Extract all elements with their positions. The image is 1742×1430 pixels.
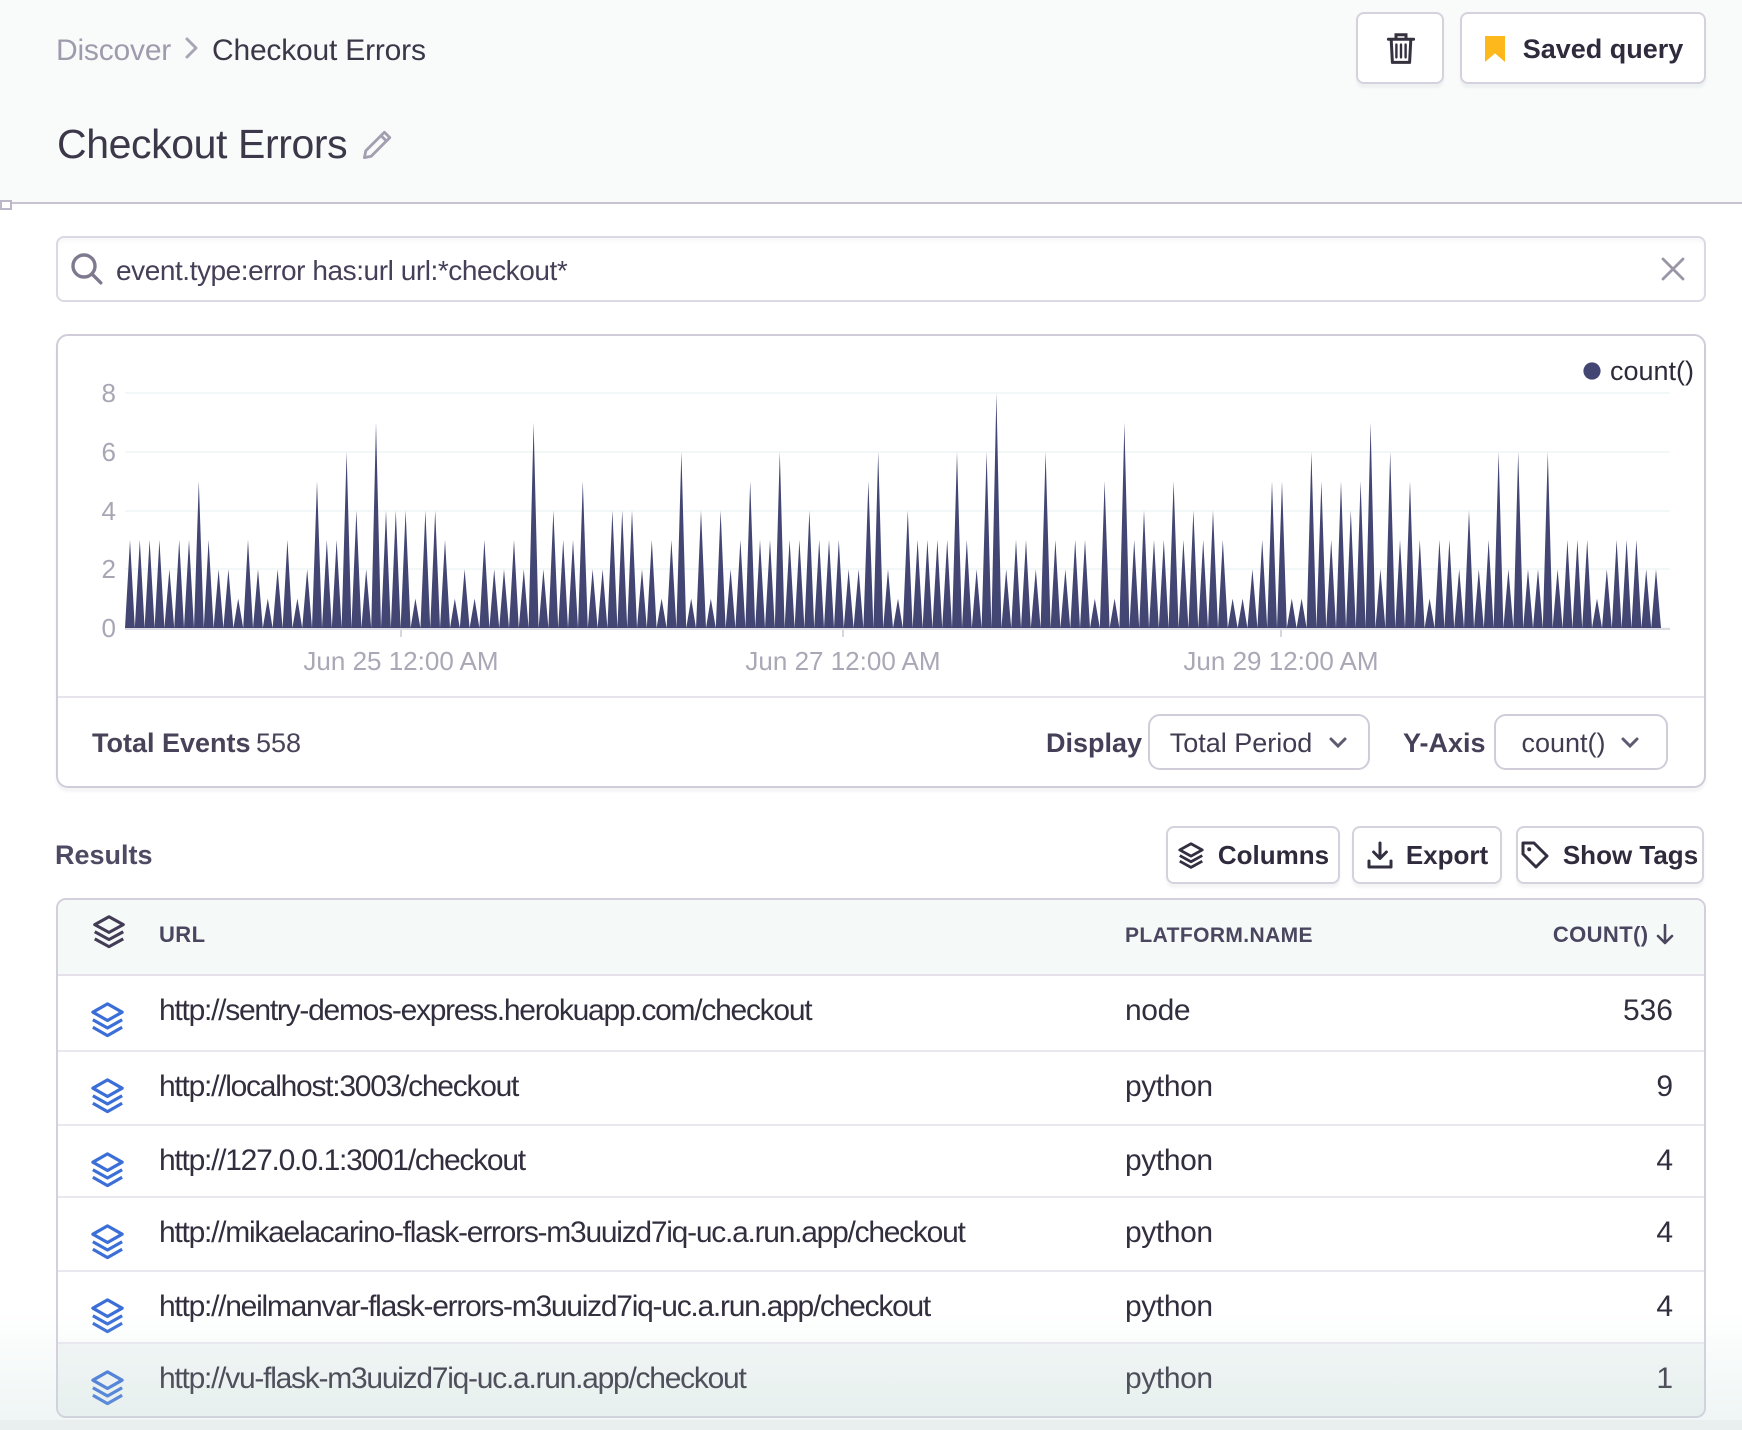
svg-text:8: 8: [101, 378, 115, 408]
svg-text:0: 0: [101, 613, 115, 643]
svg-text:6: 6: [101, 437, 115, 467]
svg-text:Jun 29 12:00 AM: Jun 29 12:00 AM: [1182, 646, 1377, 676]
svg-text:Jun 25 12:00 AM: Jun 25 12:00 AM: [302, 646, 497, 676]
svg-text:count(): count(): [1609, 356, 1693, 386]
svg-text:Jun 27 12:00 AM: Jun 27 12:00 AM: [744, 646, 939, 676]
svg-text:2: 2: [101, 554, 115, 584]
svg-text:4: 4: [101, 496, 115, 526]
